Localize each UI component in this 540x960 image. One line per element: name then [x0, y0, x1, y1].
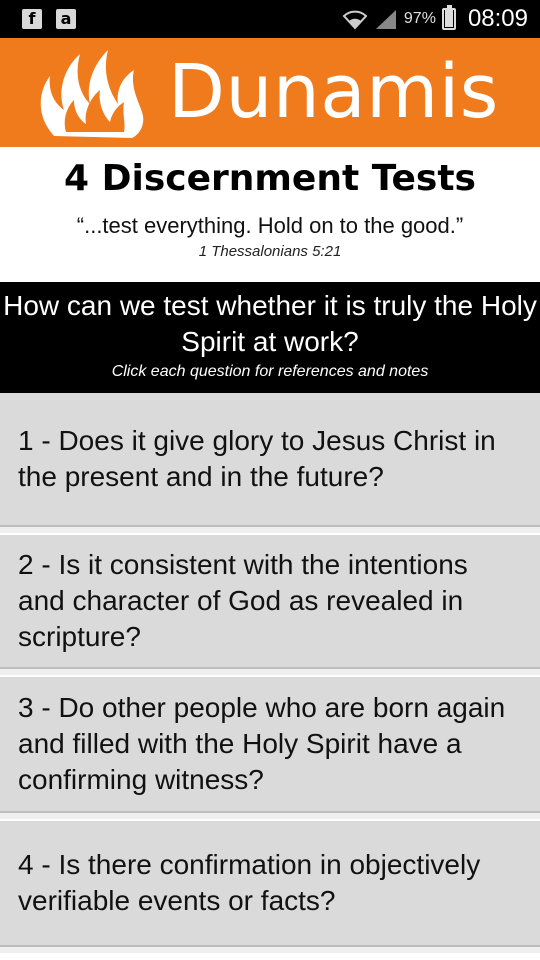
intro-prompt: How can we test whether it is truly the …	[0, 282, 540, 393]
question-item-2[interactable]: 2 - Is it consistent with the intentions…	[0, 535, 540, 675]
facebook-icon: f	[22, 9, 42, 29]
question-label: 3 - Do other people who are born again a…	[18, 692, 506, 795]
status-bar: f a 97% 08:09	[0, 0, 540, 38]
app-banner: Dunamis	[0, 38, 540, 147]
question-item-1[interactable]: 1 - Does it give glory to Jesus Christ i…	[0, 393, 540, 533]
scripture-reference: 1 Thessalonians 5:21	[198, 243, 342, 260]
question-label: 1 - Does it give glory to Jesus Christ i…	[18, 425, 496, 492]
amazon-icon: a	[56, 9, 76, 29]
scripture-quote: “...test everything. Hold on to the good…	[76, 213, 464, 238]
battery-percent: 97%	[403, 10, 436, 27]
notification-icons: f a	[22, 9, 76, 29]
clock: 08:09	[467, 5, 528, 32]
question-label: 4 - Is there confirmation in objectively…	[18, 849, 481, 916]
battery-icon	[441, 5, 456, 30]
question-label: 2 - Is it consistent with the intentions…	[18, 549, 468, 652]
brand-name: Dunamis	[168, 49, 499, 135]
signal-icon	[375, 10, 396, 29]
question-item-3[interactable]: 3 - Do other people who are born again a…	[0, 677, 540, 819]
battery-fill	[444, 9, 453, 27]
prompt-hint: Click each question for references and n…	[111, 363, 429, 380]
question-item-4[interactable]: 4 - Is there confirmation in objectively…	[0, 821, 540, 953]
page-header: 4 Discernment Tests “...test everything.…	[0, 147, 540, 282]
flame-icon	[40, 50, 144, 138]
wifi-icon	[342, 10, 368, 30]
system-icons: 97% 08:09	[342, 5, 528, 33]
prompt-question: How can we test whether it is truly the …	[3, 290, 537, 357]
page-title: 4 Discernment Tests	[64, 158, 476, 199]
